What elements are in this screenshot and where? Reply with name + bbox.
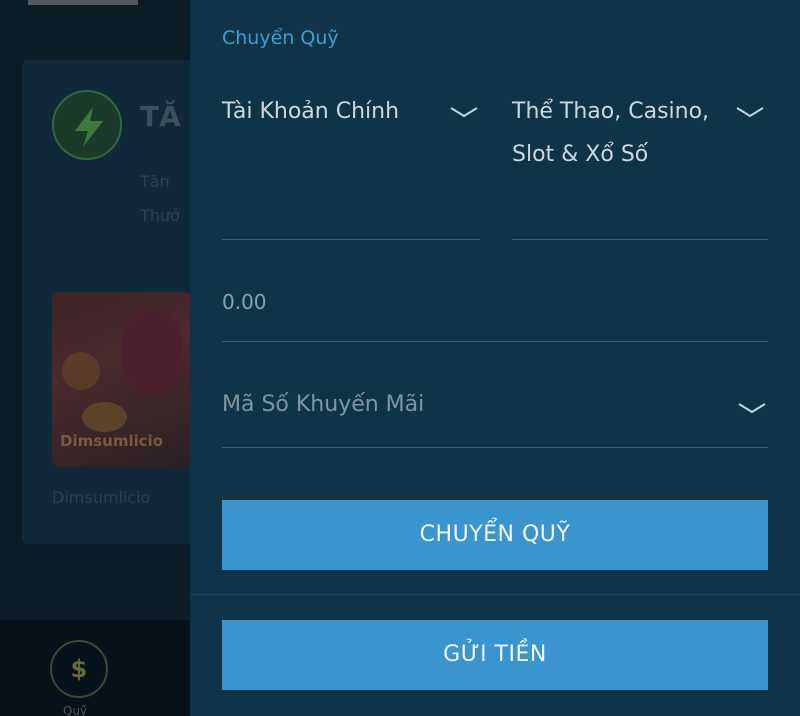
game-name: Dimsumlicio (52, 488, 151, 507)
bottom-nav-label: Quỹ (63, 704, 88, 716)
chevron-down-icon (450, 107, 478, 118)
promotion-card-title: TĂ (140, 100, 181, 133)
deposit-button[interactable]: GỬI TIỀN (222, 620, 768, 690)
section-title: Chuyển Quỹ (222, 27, 339, 49)
promotion-card-text: Tăn (140, 172, 170, 191)
game-art-shape (62, 352, 100, 390)
promo-code-select[interactable]: Mã Số Khuyến Mãi (222, 388, 768, 448)
game-art-shape (122, 312, 182, 392)
game-art-shape (82, 402, 127, 432)
chevron-down-icon (736, 107, 764, 118)
amount-field (222, 280, 768, 342)
transfer-funds-panel: Chuyển Quỹ Tài Khoản Chính Thể Thao, Cas… (190, 0, 800, 716)
game-logo: Dimsumlicio (60, 432, 164, 450)
transfer-funds-button[interactable]: CHUYỂN QUỸ (222, 500, 768, 570)
game-thumbnail: Dimsumlicio (52, 292, 192, 467)
promotion-card-text-2: Thưở (140, 206, 180, 225)
promo-code-placeholder: Mã Số Khuyến Mãi (222, 392, 425, 417)
from-account-value: Tài Khoản Chính (222, 99, 400, 124)
dollar-coin-icon: $ (50, 640, 108, 698)
background-top-bar (28, 0, 138, 5)
to-account-select[interactable]: Thể Thao, Casino, Slot & Xổ Số (512, 90, 768, 240)
amount-input[interactable] (222, 280, 768, 324)
from-account-select[interactable]: Tài Khoản Chính (222, 90, 480, 240)
divider (190, 594, 800, 595)
chevron-down-icon (738, 403, 766, 414)
lightning-bolt-icon (52, 90, 122, 160)
to-account-value: Thể Thao, Casino, Slot & Xổ Số (512, 99, 710, 167)
